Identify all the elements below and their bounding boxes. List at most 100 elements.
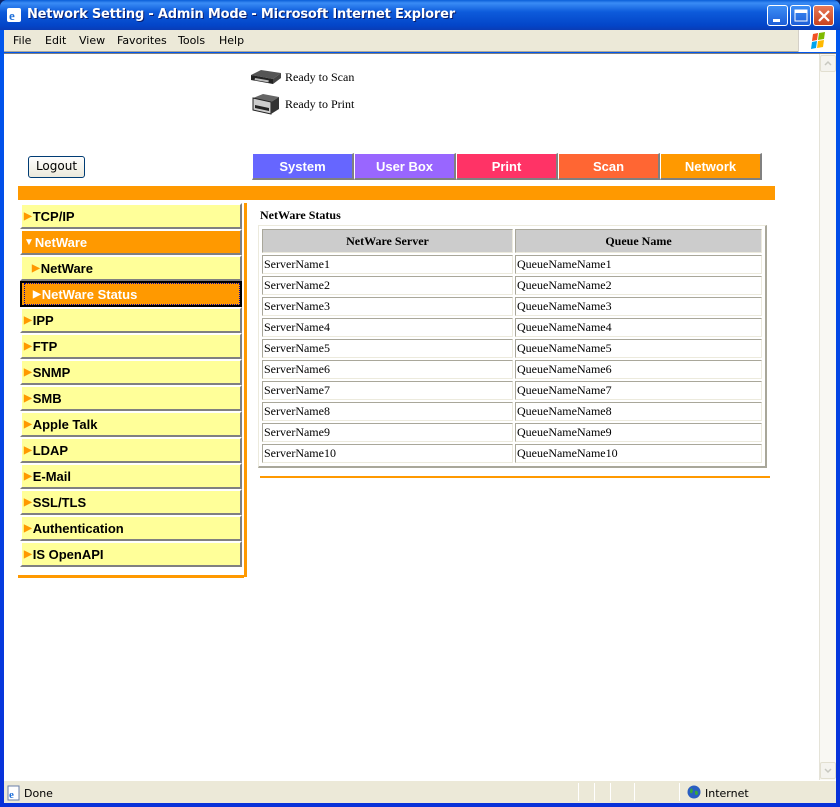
table-row: ServerName3 QueueNameName3 xyxy=(262,297,762,316)
menu-view[interactable]: View xyxy=(79,34,105,47)
table-header-row: NetWare Server Queue Name xyxy=(262,229,762,253)
server-cell: ServerName8 xyxy=(262,402,513,421)
triangle-down-icon: ▼ xyxy=(24,236,34,248)
security-zone: Internet xyxy=(705,787,749,800)
maximize-button[interactable] xyxy=(790,5,811,26)
minimize-icon xyxy=(773,19,780,22)
queue-cell: QueueNameName7 xyxy=(515,381,762,400)
browser-window: e Network Setting - Admin Mode - Microso… xyxy=(0,0,840,807)
logout-button[interactable]: Logout xyxy=(28,156,85,178)
menu-file[interactable]: File xyxy=(13,34,31,47)
vertical-scrollbar[interactable] xyxy=(819,54,836,780)
netware-status-table: NetWare Server Queue Name ServerName1 Que… xyxy=(258,225,767,468)
table-row: ServerName10 QueueNameName10 xyxy=(262,444,762,463)
queue-cell: QueueNameName3 xyxy=(515,297,762,316)
triangle-right-icon: ▶ xyxy=(24,210,32,222)
triangle-right-icon: ▶ xyxy=(33,288,41,300)
sidebar-item-e-mail[interactable]: ▶ E-Mail xyxy=(20,463,242,489)
sidebar-item-authentication[interactable]: ▶ Authentication xyxy=(20,515,242,541)
windows-flag-icon xyxy=(811,32,825,49)
server-cell: ServerName2 xyxy=(262,276,513,295)
menu-edit[interactable]: Edit xyxy=(45,34,66,47)
scroll-down-button[interactable] xyxy=(820,762,836,779)
status-separator xyxy=(594,783,595,801)
sidebar-item-snmp[interactable]: ▶ SNMP xyxy=(20,359,242,385)
triangle-right-icon: ▶ xyxy=(24,496,32,508)
printer-icon xyxy=(252,94,279,115)
triangle-right-icon: ▶ xyxy=(24,522,32,534)
table-row: ServerName1 QueueNameName1 xyxy=(262,255,762,274)
table-row: ServerName2 QueueNameName2 xyxy=(262,276,762,295)
triangle-right-icon: ▶ xyxy=(24,366,32,378)
scan-status-text: Ready to Scan xyxy=(285,69,355,84)
menu-tools[interactable]: Tools xyxy=(178,34,205,47)
windows-logo xyxy=(798,30,836,52)
column-header-server: NetWare Server xyxy=(262,229,513,253)
tab-print[interactable]: Print xyxy=(456,153,558,180)
sidebar-subitem-netware[interactable]: ▶ NetWare xyxy=(20,255,242,281)
column-header-queue: Queue Name xyxy=(515,229,762,253)
close-button[interactable] xyxy=(813,5,834,26)
page-icon: e xyxy=(7,785,20,801)
chevron-down-icon xyxy=(824,768,832,774)
triangle-right-icon: ▶ xyxy=(24,470,32,482)
status-separator xyxy=(610,783,611,801)
server-cell: ServerName1 xyxy=(262,255,513,274)
page-title: NetWare Status xyxy=(260,208,341,222)
status-separator xyxy=(679,783,680,801)
table-row: ServerName7 QueueNameName7 xyxy=(262,381,762,400)
server-cell: ServerName7 xyxy=(262,381,513,400)
status-bar: e Done Internet xyxy=(4,780,836,803)
close-icon xyxy=(818,10,830,22)
sidebar-divider xyxy=(244,203,247,577)
table-row: ServerName6 QueueNameName6 xyxy=(262,360,762,379)
scan-status: Ready to Scan xyxy=(249,67,354,87)
window-title: Network Setting - Admin Mode - Microsoft… xyxy=(27,7,455,22)
table-row: ServerName9 QueueNameName9 xyxy=(262,423,762,442)
svg-text:e: e xyxy=(9,789,14,801)
table-row: ServerName8 QueueNameName8 xyxy=(262,402,762,421)
queue-cell: QueueNameName8 xyxy=(515,402,762,421)
sidebar-item-ldap[interactable]: ▶ LDAP xyxy=(20,437,242,463)
menu-bar: File Edit View Favorites Tools Help xyxy=(4,30,836,52)
svg-text:e: e xyxy=(9,8,15,23)
sidebar-item-apple-talk[interactable]: ▶ Apple Talk xyxy=(20,411,242,437)
triangle-right-icon: ▶ xyxy=(24,444,32,456)
minimize-button[interactable] xyxy=(767,5,788,26)
table-row: ServerName4 QueueNameName4 xyxy=(262,318,762,337)
scroll-up-button[interactable] xyxy=(820,55,836,72)
sidebar-item-tcp-ip[interactable]: ▶ TCP/IP xyxy=(20,203,242,229)
scanner-icon xyxy=(251,70,281,84)
sidebar-item-is-openapi[interactable]: ▶ IS OpenAPI xyxy=(20,541,242,567)
triangle-right-icon: ▶ xyxy=(24,548,32,560)
server-cell: ServerName4 xyxy=(262,318,513,337)
queue-cell: QueueNameName1 xyxy=(515,255,762,274)
print-status: Ready to Print xyxy=(249,92,354,116)
tab-scan[interactable]: Scan xyxy=(558,153,660,180)
tab-system[interactable]: System xyxy=(252,153,354,180)
server-cell: ServerName5 xyxy=(262,339,513,358)
sidebar-item-netware[interactable]: ▼ NetWare xyxy=(20,229,242,255)
queue-cell: QueueNameName10 xyxy=(515,444,762,463)
queue-cell: QueueNameName6 xyxy=(515,360,762,379)
status-separator xyxy=(578,783,579,801)
tab-network[interactable]: Network xyxy=(660,153,762,180)
status-separator xyxy=(634,783,635,801)
sidebar-item-ftp[interactable]: ▶ FTP xyxy=(20,333,242,359)
maximize-icon xyxy=(794,9,808,22)
table-row: ServerName5 QueueNameName5 xyxy=(262,339,762,358)
queue-cell: QueueNameName4 xyxy=(515,318,762,337)
chevron-up-icon xyxy=(824,60,832,66)
sidebar-item-ipp[interactable]: ▶ IPP xyxy=(20,307,242,333)
menu-help[interactable]: Help xyxy=(219,34,244,47)
print-status-text: Ready to Print xyxy=(285,96,355,111)
sidebar-bottom-divider xyxy=(18,575,244,578)
queue-cell: QueueNameName5 xyxy=(515,339,762,358)
triangle-right-icon: ▶ xyxy=(32,262,40,274)
menu-favorites[interactable]: Favorites xyxy=(117,34,167,47)
triangle-right-icon: ▶ xyxy=(24,392,32,404)
sidebar-item-smb[interactable]: ▶ SMB xyxy=(20,385,242,411)
tab-user-box[interactable]: User Box xyxy=(354,153,456,180)
sidebar-subitem-netware-status[interactable]: ▶ NetWare Status xyxy=(20,281,242,307)
sidebar-item-ssl-tls[interactable]: ▶ SSL/TLS xyxy=(20,489,242,515)
